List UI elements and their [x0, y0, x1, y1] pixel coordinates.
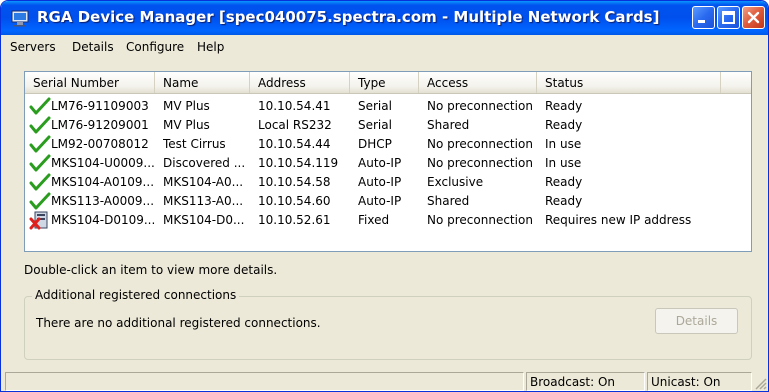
table-row[interactable]: LM76-91209001 MV Plus Local RS232 Serial… [25, 116, 751, 135]
close-button[interactable] [742, 6, 765, 29]
close-icon [747, 11, 760, 24]
cell-serial: MKS104-A0109... [51, 175, 155, 189]
cell-name: MKS104-A0... [163, 175, 244, 189]
cell-address: Local RS232 [258, 118, 332, 132]
check-icon [29, 154, 51, 173]
cell-type: Fixed [358, 213, 390, 227]
cell-type: DHCP [358, 137, 392, 151]
cell-status: Requires new IP address [545, 213, 692, 227]
status-bar: Broadcast: On Unicast: On [1, 370, 768, 391]
cell-access: No preconnection [427, 213, 533, 227]
maximize-icon [722, 11, 735, 24]
status-pane-main [5, 372, 524, 391]
cell-access: Shared [427, 118, 470, 132]
cell-access: No preconnection [427, 156, 533, 170]
maximize-button[interactable] [717, 6, 740, 29]
group-title: Additional registered connections [32, 288, 240, 302]
cell-type: Auto-IP [358, 175, 402, 189]
minimize-button[interactable] [692, 6, 715, 29]
cell-serial: MKS113-A0009... [51, 194, 155, 208]
column-header-status[interactable]: Status [537, 72, 721, 93]
cell-name: MV Plus [163, 99, 210, 113]
cell-serial: LM76-91109003 [51, 99, 149, 113]
cell-address: 10.10.54.44 [258, 137, 331, 151]
table-row[interactable]: MKS104-A0109... MKS104-A0... 10.10.54.58… [25, 173, 751, 192]
cell-serial: LM76-91209001 [51, 118, 149, 132]
status-unicast: Unicast: On [647, 372, 752, 391]
device-list[interactable]: Serial Number Name Address Type Access S… [24, 71, 752, 252]
cell-name: MV Plus [163, 118, 210, 132]
table-row[interactable]: LM92-00708012 Test Cirrus 10.10.54.44 DH… [25, 135, 751, 154]
menu-configure[interactable]: Configure [126, 40, 184, 54]
cell-address: 10.10.54.58 [258, 175, 331, 189]
cell-access: Exclusive [427, 175, 484, 189]
cell-type: Auto-IP [358, 194, 402, 208]
cell-access: No preconnection [427, 137, 533, 151]
check-icon [29, 173, 51, 192]
cell-status: In use [545, 156, 582, 170]
cell-name: MKS113-A0... [163, 194, 244, 208]
details-button[interactable]: Details [655, 308, 738, 334]
table-row[interactable]: MKS104-D0109... MKS104-D0... 10.10.52.61… [25, 211, 751, 230]
cell-serial: MKS104-D0109... [51, 213, 155, 227]
minimize-icon [698, 20, 705, 23]
cell-access: Shared [427, 194, 470, 208]
hint-text: Double-click an item to view more detail… [24, 263, 278, 277]
group-message: There are no additional registered conne… [36, 316, 321, 330]
cell-type: Serial [358, 118, 392, 132]
app-window: RGA Device Manager [spec040075.spectra.c… [0, 0, 769, 392]
check-icon [29, 135, 51, 154]
column-header-serial[interactable]: Serial Number [25, 72, 155, 93]
cell-type: Auto-IP [358, 156, 402, 170]
cell-address: 10.10.52.61 [258, 213, 331, 227]
check-icon [29, 97, 51, 116]
cell-type: Serial [358, 99, 392, 113]
cell-serial: MKS104-U0009... [51, 156, 155, 170]
app-icon[interactable] [11, 9, 31, 27]
cell-status: Ready [545, 175, 583, 189]
cell-address: 10.10.54.119 [258, 156, 339, 170]
menu-servers[interactable]: Servers [10, 40, 56, 54]
cell-name: MKS104-D0... [163, 213, 245, 227]
column-header-address[interactable]: Address [250, 72, 350, 93]
window-title: RGA Device Manager [spec040075.spectra.c… [37, 8, 660, 26]
status-broadcast: Broadcast: On [526, 372, 645, 391]
column-header-type[interactable]: Type [350, 72, 419, 93]
resize-grip-icon[interactable] [753, 376, 767, 390]
cell-address: 10.10.54.41 [258, 99, 331, 113]
cell-name: Discovered ... [163, 156, 246, 170]
check-icon [29, 116, 51, 135]
check-icon [29, 192, 51, 211]
cell-status: Ready [545, 118, 583, 132]
menu-details[interactable]: Details [72, 40, 114, 54]
cell-access: No preconnection [427, 99, 533, 113]
menu-bar: Servers Details Configure Help [1, 35, 768, 59]
menu-help[interactable]: Help [197, 40, 224, 54]
column-header-filler [721, 72, 751, 93]
table-row[interactable]: LM76-91109003 MV Plus 10.10.54.41 Serial… [25, 97, 751, 116]
cell-name: Test Cirrus [163, 137, 226, 151]
title-bar[interactable]: RGA Device Manager [spec040075.spectra.c… [1, 1, 768, 35]
cell-address: 10.10.54.60 [258, 194, 331, 208]
error-device-icon [29, 211, 51, 230]
column-header-name[interactable]: Name [155, 72, 250, 93]
list-header: Serial Number Name Address Type Access S… [25, 72, 751, 94]
table-row[interactable]: MKS104-U0009... Discovered ... 10.10.54.… [25, 154, 751, 173]
cell-status: In use [545, 137, 582, 151]
column-header-access[interactable]: Access [419, 72, 537, 93]
cell-status: Ready [545, 99, 583, 113]
cell-serial: LM92-00708012 [51, 137, 149, 151]
cell-status: Ready [545, 194, 583, 208]
table-row[interactable]: MKS113-A0009... MKS113-A0... 10.10.54.60… [25, 192, 751, 211]
